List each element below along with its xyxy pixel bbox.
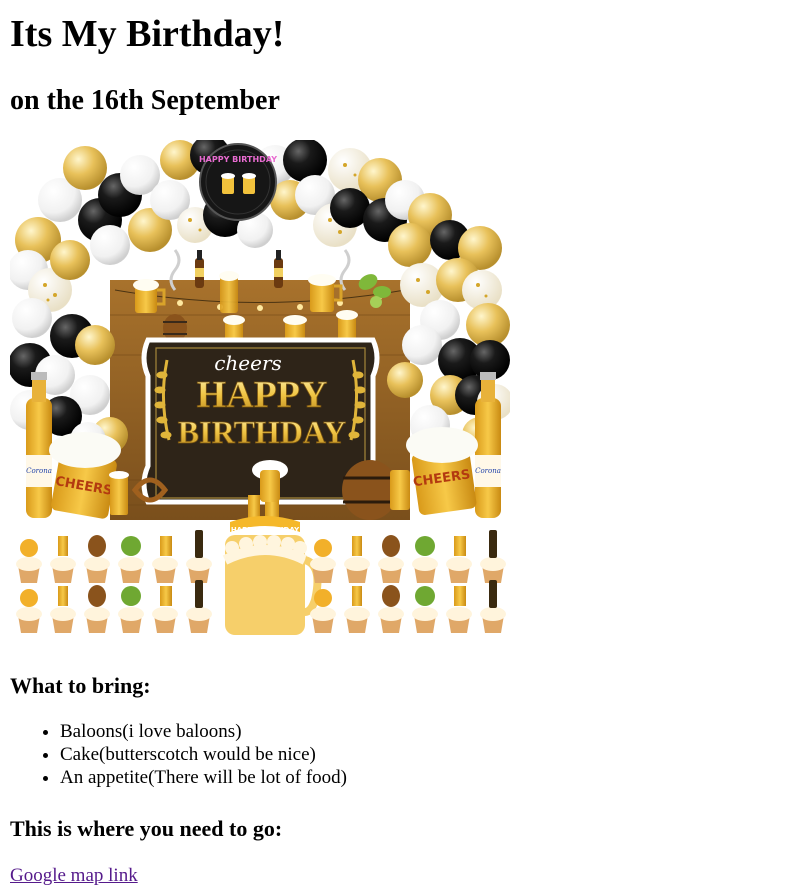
google-map-link[interactable]: Google map link [10, 864, 138, 887]
sign-script-text: cheers [214, 351, 282, 375]
foil-balloon-text: HAPPY BIRTHDAY [199, 155, 277, 164]
foil-birthday-balloon-icon: HAPPY BIRTHDAY [199, 143, 277, 221]
bottle-label-text: Corona [475, 467, 501, 475]
hanging-bottle-icon [195, 250, 204, 288]
beer-glass-icon [109, 471, 129, 515]
list-item: Baloons(i love baloons) [60, 720, 347, 743]
bring-list: Baloons(i love baloons) Cake(butterscotc… [0, 720, 347, 789]
bring-heading: What to bring: [10, 673, 151, 698]
page-subtitle: on the 16th September [10, 85, 280, 116]
list-item: An appetite(There will be lot of food) [60, 766, 347, 789]
birthday-banner-image: cheers HAPPY BIRTHDAY HAPPY BIRTHDAY Cor… [10, 140, 510, 635]
bottle-label-text: Corona [26, 467, 52, 475]
cheers-mug-right-icon: CHEERS [406, 427, 478, 515]
cake-topper-text: HAPPY BIRTHDAY [231, 526, 300, 534]
page-title: Its My Birthday! [10, 13, 285, 55]
directions-heading: This is where you need to go: [10, 816, 283, 841]
hanging-bottle-icon [274, 250, 283, 288]
sign-line-birthday: BIRTHDAY [178, 414, 346, 450]
sign-line-happy: HAPPY [197, 374, 328, 416]
beer-mug-icon [219, 271, 239, 313]
list-item: Cake(butterscotch would be nice) [60, 743, 347, 766]
